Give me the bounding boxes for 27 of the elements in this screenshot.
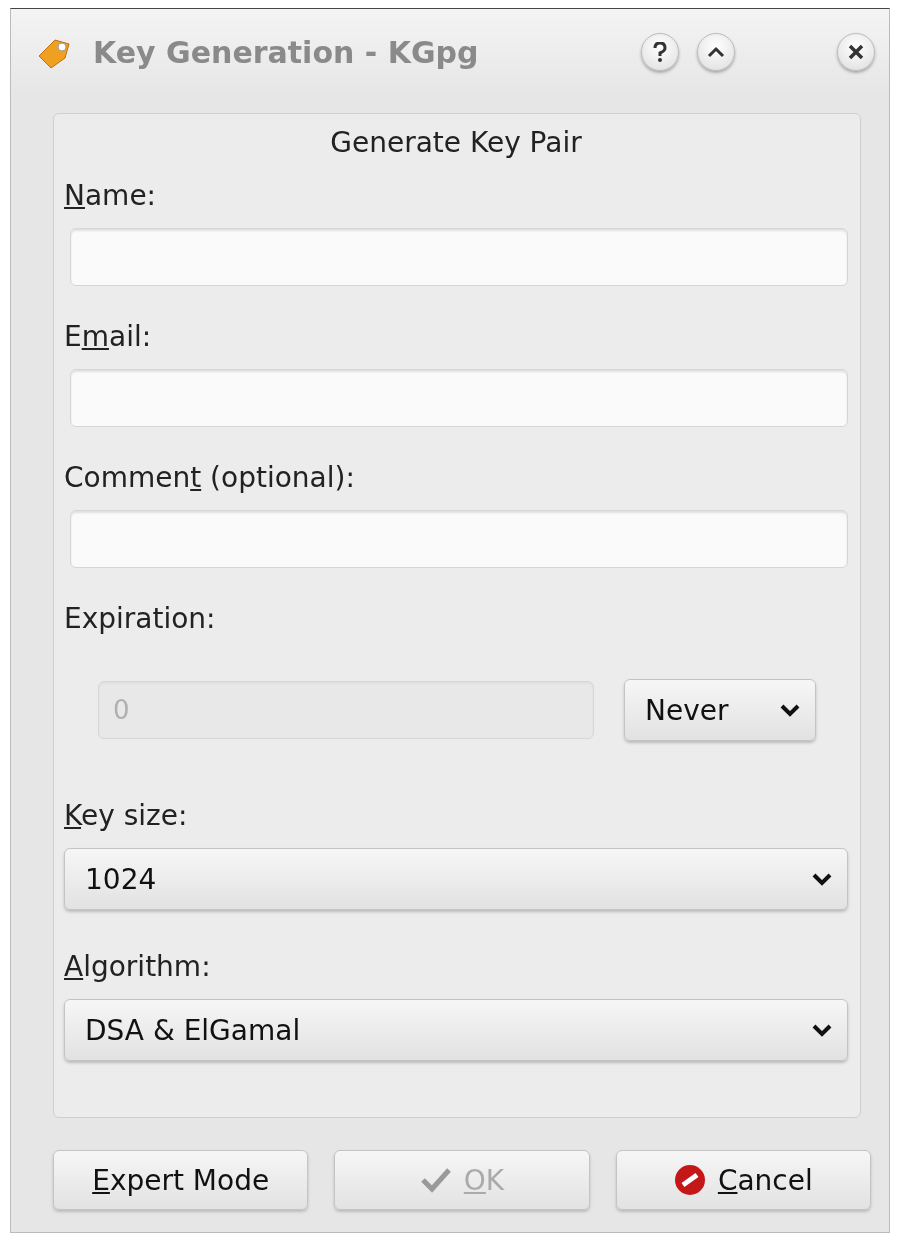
input-field[interactable]	[70, 228, 848, 286]
prohibited-icon	[673, 1164, 706, 1196]
field-label: Email:	[64, 320, 153, 353]
help-button[interactable]	[641, 33, 679, 71]
dropdown[interactable]: 1024	[64, 848, 848, 910]
field-label: Expiration:	[64, 602, 217, 635]
chevron-down-icon	[779, 703, 801, 717]
input-field[interactable]	[70, 369, 848, 427]
group-title: Generate Key Pair	[330, 126, 582, 159]
field-label: Comment (optional):	[64, 461, 356, 494]
field-label: Key size:	[64, 799, 189, 832]
field-label: Algorithm:	[64, 950, 212, 983]
dropdown[interactable]: Never	[624, 679, 816, 741]
minimize-button[interactable]	[697, 33, 735, 71]
dialog-button[interactable]: Cancel	[615, 1150, 871, 1210]
chevron-up-icon	[707, 46, 725, 58]
input-field[interactable]	[70, 510, 848, 568]
dialog-button[interactable]: Expert Mode	[53, 1150, 309, 1210]
checkmark-icon	[419, 1166, 452, 1194]
window-title: Key Generation - KGpg	[93, 34, 480, 70]
dropdown[interactable]: DSA & ElGamal	[64, 999, 848, 1061]
chevron-down-icon	[811, 1023, 833, 1037]
close-button[interactable]	[837, 33, 875, 71]
close-icon	[848, 44, 864, 60]
chevron-down-icon	[811, 872, 833, 886]
question-icon	[653, 42, 667, 62]
field-label: Name:	[64, 179, 158, 212]
